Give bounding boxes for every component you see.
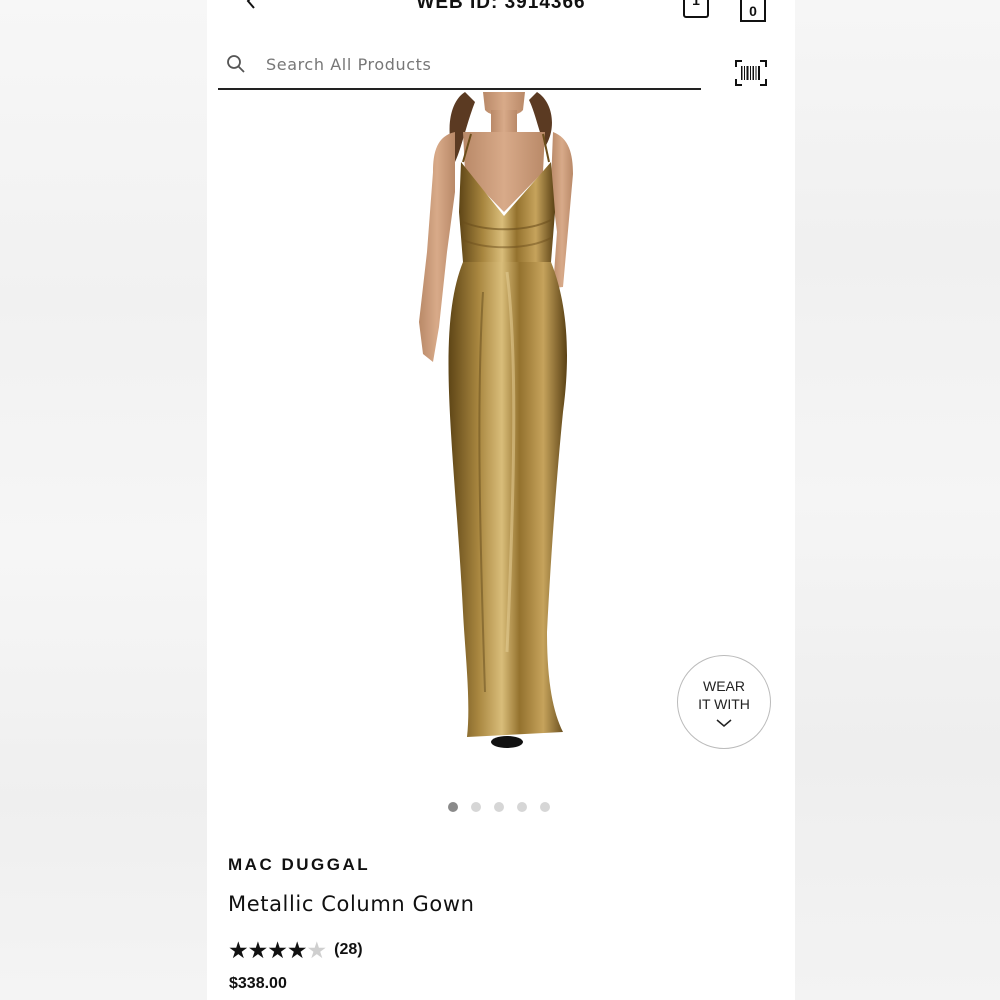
wear-it-with-label-line1: WEAR [703,678,745,694]
search-input[interactable] [264,50,688,78]
lists-count: 1 [692,0,700,8]
product-brand[interactable]: MAC DUGGAL [228,855,370,875]
wear-it-with-button[interactable]: WEAR IT WITH [677,655,771,749]
carousel-dot[interactable] [448,802,458,812]
product-image[interactable] [367,92,627,762]
stars-filled: ★★★★★ [228,938,307,962]
search-icon [227,55,245,73]
app-screen: WEB ID: 3914366 1 0 Search All Products … [207,0,795,1000]
star-rating-icon: ★★★★★ ★★★★★ [228,938,327,962]
carousel-dot[interactable] [494,802,504,812]
cart-icon[interactable]: 0 [740,0,766,22]
carousel-dots [448,802,550,814]
carousel-dot[interactable] [471,802,481,812]
barcode-scanner-icon[interactable] [735,60,767,86]
lists-icon[interactable]: 1 [683,0,709,18]
product-rating[interactable]: ★★★★★ ★★★★★ (28) [228,938,363,962]
background-left [0,0,207,1000]
chevron-down-icon [716,719,732,727]
product-title: Metallic Column Gown [228,892,475,916]
top-header: WEB ID: 3914366 1 0 [207,0,795,30]
product-price: $338.00 [229,975,287,992]
wear-it-with-label-line2: IT WITH [698,696,750,712]
carousel-dot[interactable] [517,802,527,812]
carousel-dot[interactable] [540,802,550,812]
review-count[interactable]: (28) [334,941,362,959]
search-bar [218,40,701,90]
background-right [795,0,1000,1000]
cart-count: 0 [749,3,757,19]
